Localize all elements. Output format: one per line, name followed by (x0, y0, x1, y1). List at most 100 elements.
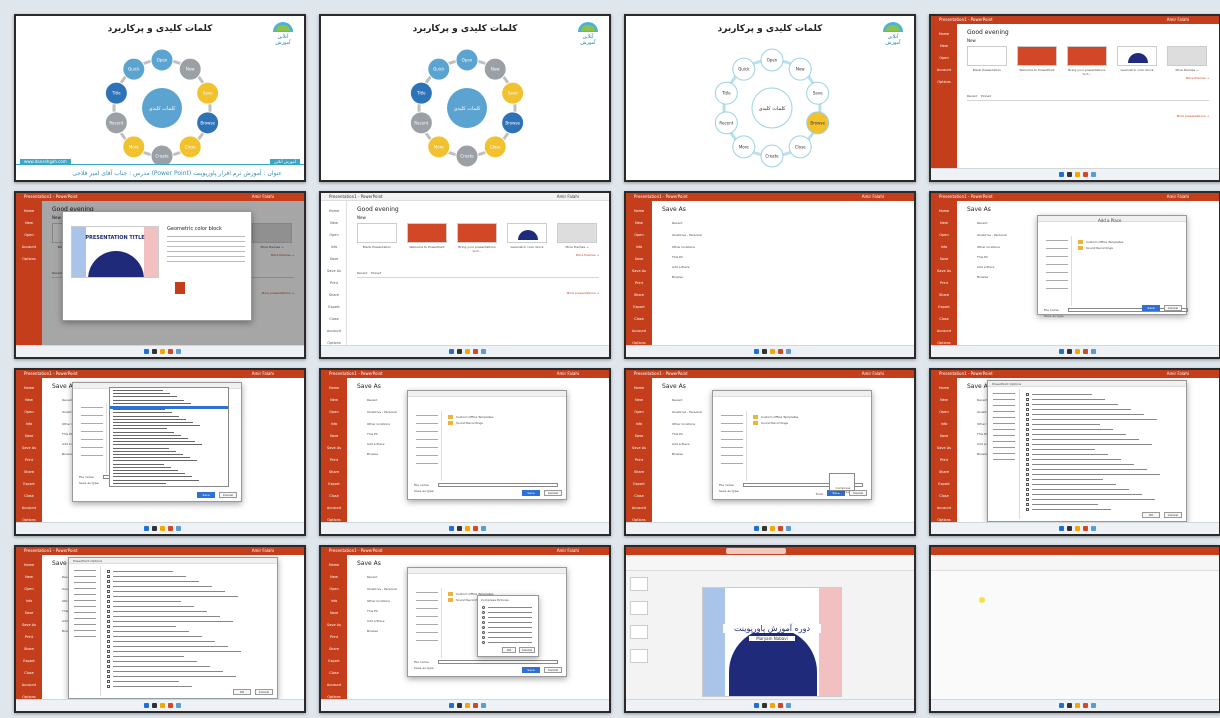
option-checkbox[interactable] (1026, 428, 1029, 431)
save-button[interactable]: Save (1142, 305, 1160, 311)
taskbar-icon[interactable] (144, 349, 149, 354)
recent-location[interactable]: Recent (62, 398, 72, 402)
nav-new[interactable]: New (325, 575, 343, 583)
nav-item[interactable] (721, 439, 743, 440)
thumbnail-9[interactable]: Presentation1 - PowerPoint Amir Falahi Hom… (14, 368, 306, 536)
nav-export[interactable]: Export (20, 482, 38, 490)
dropdown-option[interactable] (113, 482, 166, 484)
category-item[interactable] (993, 423, 1015, 424)
option-checkbox[interactable] (107, 580, 110, 583)
taskbar-icon[interactable] (1091, 526, 1096, 531)
nav-item[interactable] (721, 431, 743, 432)
dropdown-option[interactable] (113, 447, 169, 449)
thumbnail-6[interactable]: Presentation1 - PowerPoint Amir Falahi Hom… (319, 191, 611, 359)
taskbar-icon[interactable] (1075, 172, 1080, 177)
dropdown-option[interactable] (113, 399, 184, 401)
template-blank[interactable] (967, 46, 1007, 66)
nav-print[interactable]: Print (325, 458, 343, 466)
folder-item[interactable]: Sound Recordings (456, 421, 483, 425)
compress-option[interactable] (482, 621, 485, 624)
nav-new[interactable]: New (935, 44, 953, 52)
taskbar-icon[interactable] (754, 703, 759, 708)
nav-info[interactable]: Info (325, 599, 343, 607)
taskbar-icon[interactable] (152, 349, 157, 354)
nav-item[interactable] (721, 423, 743, 424)
taskbar-icon[interactable] (1059, 526, 1064, 531)
recent-location[interactable]: Recent (367, 398, 377, 402)
nav-account[interactable]: Account (325, 683, 343, 691)
nav-save[interactable]: Save (630, 257, 648, 265)
thumbnail-3[interactable]: کلمات کلیدی و پرکاربرد آنلاین آموزش کلمات … (624, 14, 916, 182)
create-button[interactable] (175, 282, 185, 294)
nav-save-as[interactable]: Save As (935, 269, 953, 277)
this-pc-location[interactable]: This PC (367, 432, 378, 436)
template-bring[interactable] (1067, 46, 1107, 66)
nav-save[interactable]: Save (20, 611, 38, 619)
category-item[interactable] (74, 612, 96, 613)
this-pc-location[interactable]: This PC (367, 609, 378, 613)
nav-export[interactable]: Export (935, 305, 953, 313)
nav-print[interactable]: Print (935, 281, 953, 289)
nav-options[interactable]: Options (935, 80, 953, 88)
category-item[interactable] (993, 411, 1015, 412)
nav-item[interactable] (721, 463, 743, 464)
option-checkbox[interactable] (1026, 478, 1029, 481)
taskbar-icon[interactable] (168, 703, 173, 708)
dropdown-option[interactable] (113, 450, 176, 452)
option-checkbox[interactable] (1026, 393, 1029, 396)
option-checkbox[interactable] (107, 570, 110, 573)
nav-share[interactable]: Share (325, 470, 343, 478)
onedrive-location[interactable]: OneDrive - Personal (672, 233, 702, 237)
nav-save[interactable]: Save (630, 434, 648, 442)
nav-save-as[interactable]: Save As (20, 446, 38, 454)
recent-location[interactable]: Recent (977, 398, 987, 402)
nav-save-as[interactable]: Save As (935, 446, 953, 454)
category-item[interactable] (74, 606, 96, 607)
taskbar-icon[interactable] (1075, 703, 1080, 708)
taskbar-icon[interactable] (152, 703, 157, 708)
recent-location[interactable]: Recent (977, 221, 987, 225)
category-item[interactable] (74, 588, 96, 589)
compress-option[interactable] (482, 616, 485, 619)
option-checkbox[interactable] (1026, 448, 1029, 451)
option-checkbox[interactable] (107, 595, 110, 598)
taskbar-icon[interactable] (770, 703, 775, 708)
nav-new[interactable]: New (325, 221, 343, 229)
add-place-location[interactable]: Add a Place (977, 265, 995, 269)
nav-open[interactable]: Open (935, 233, 953, 241)
compress-option[interactable] (482, 636, 485, 639)
recent-location[interactable]: Recent (367, 575, 377, 579)
taskbar-icon[interactable] (481, 349, 486, 354)
nav-print[interactable]: Print (325, 281, 343, 289)
taskbar-icon[interactable] (176, 526, 181, 531)
nav-item[interactable] (1046, 240, 1068, 241)
nav-open[interactable]: Open (935, 56, 953, 64)
more-presentations-link[interactable]: More presentations → (1177, 114, 1209, 118)
nav-save-as[interactable]: Save As (325, 446, 343, 454)
file-name-input[interactable] (438, 483, 558, 487)
taskbar-icon[interactable] (481, 526, 486, 531)
nav-account[interactable]: Account (325, 506, 343, 514)
option-checkbox[interactable] (107, 585, 110, 588)
nav-info[interactable]: Info (935, 245, 953, 253)
template-geometric[interactable] (1117, 46, 1157, 66)
slide-thumbnail[interactable] (630, 625, 648, 639)
thumbnail-1[interactable]: کلمات کلیدی و پرکاربرد آنلاین آموزش کلمات … (14, 14, 306, 182)
nav-close[interactable]: Close (20, 671, 38, 679)
category-item[interactable] (993, 453, 1015, 454)
nav-account[interactable]: Account (630, 329, 648, 337)
dropdown-option[interactable] (113, 409, 165, 411)
option-checkbox[interactable] (107, 670, 110, 673)
nav-account[interactable]: Account (630, 506, 648, 514)
thumbnail-11[interactable]: Presentation1 - PowerPoint Amir Falahi Hom… (624, 368, 916, 536)
taskbar-icon[interactable] (1083, 349, 1088, 354)
option-checkbox[interactable] (1026, 503, 1029, 506)
nav-item[interactable] (416, 455, 438, 456)
taskbar-icon[interactable] (176, 349, 181, 354)
option-checkbox[interactable] (1026, 508, 1029, 511)
taskbar-icon[interactable] (160, 526, 165, 531)
this-pc-location[interactable]: This PC (672, 432, 683, 436)
nav-print[interactable]: Print (630, 458, 648, 466)
browse-location[interactable]: Browse (367, 452, 378, 456)
taskbar-icon[interactable] (457, 349, 462, 354)
